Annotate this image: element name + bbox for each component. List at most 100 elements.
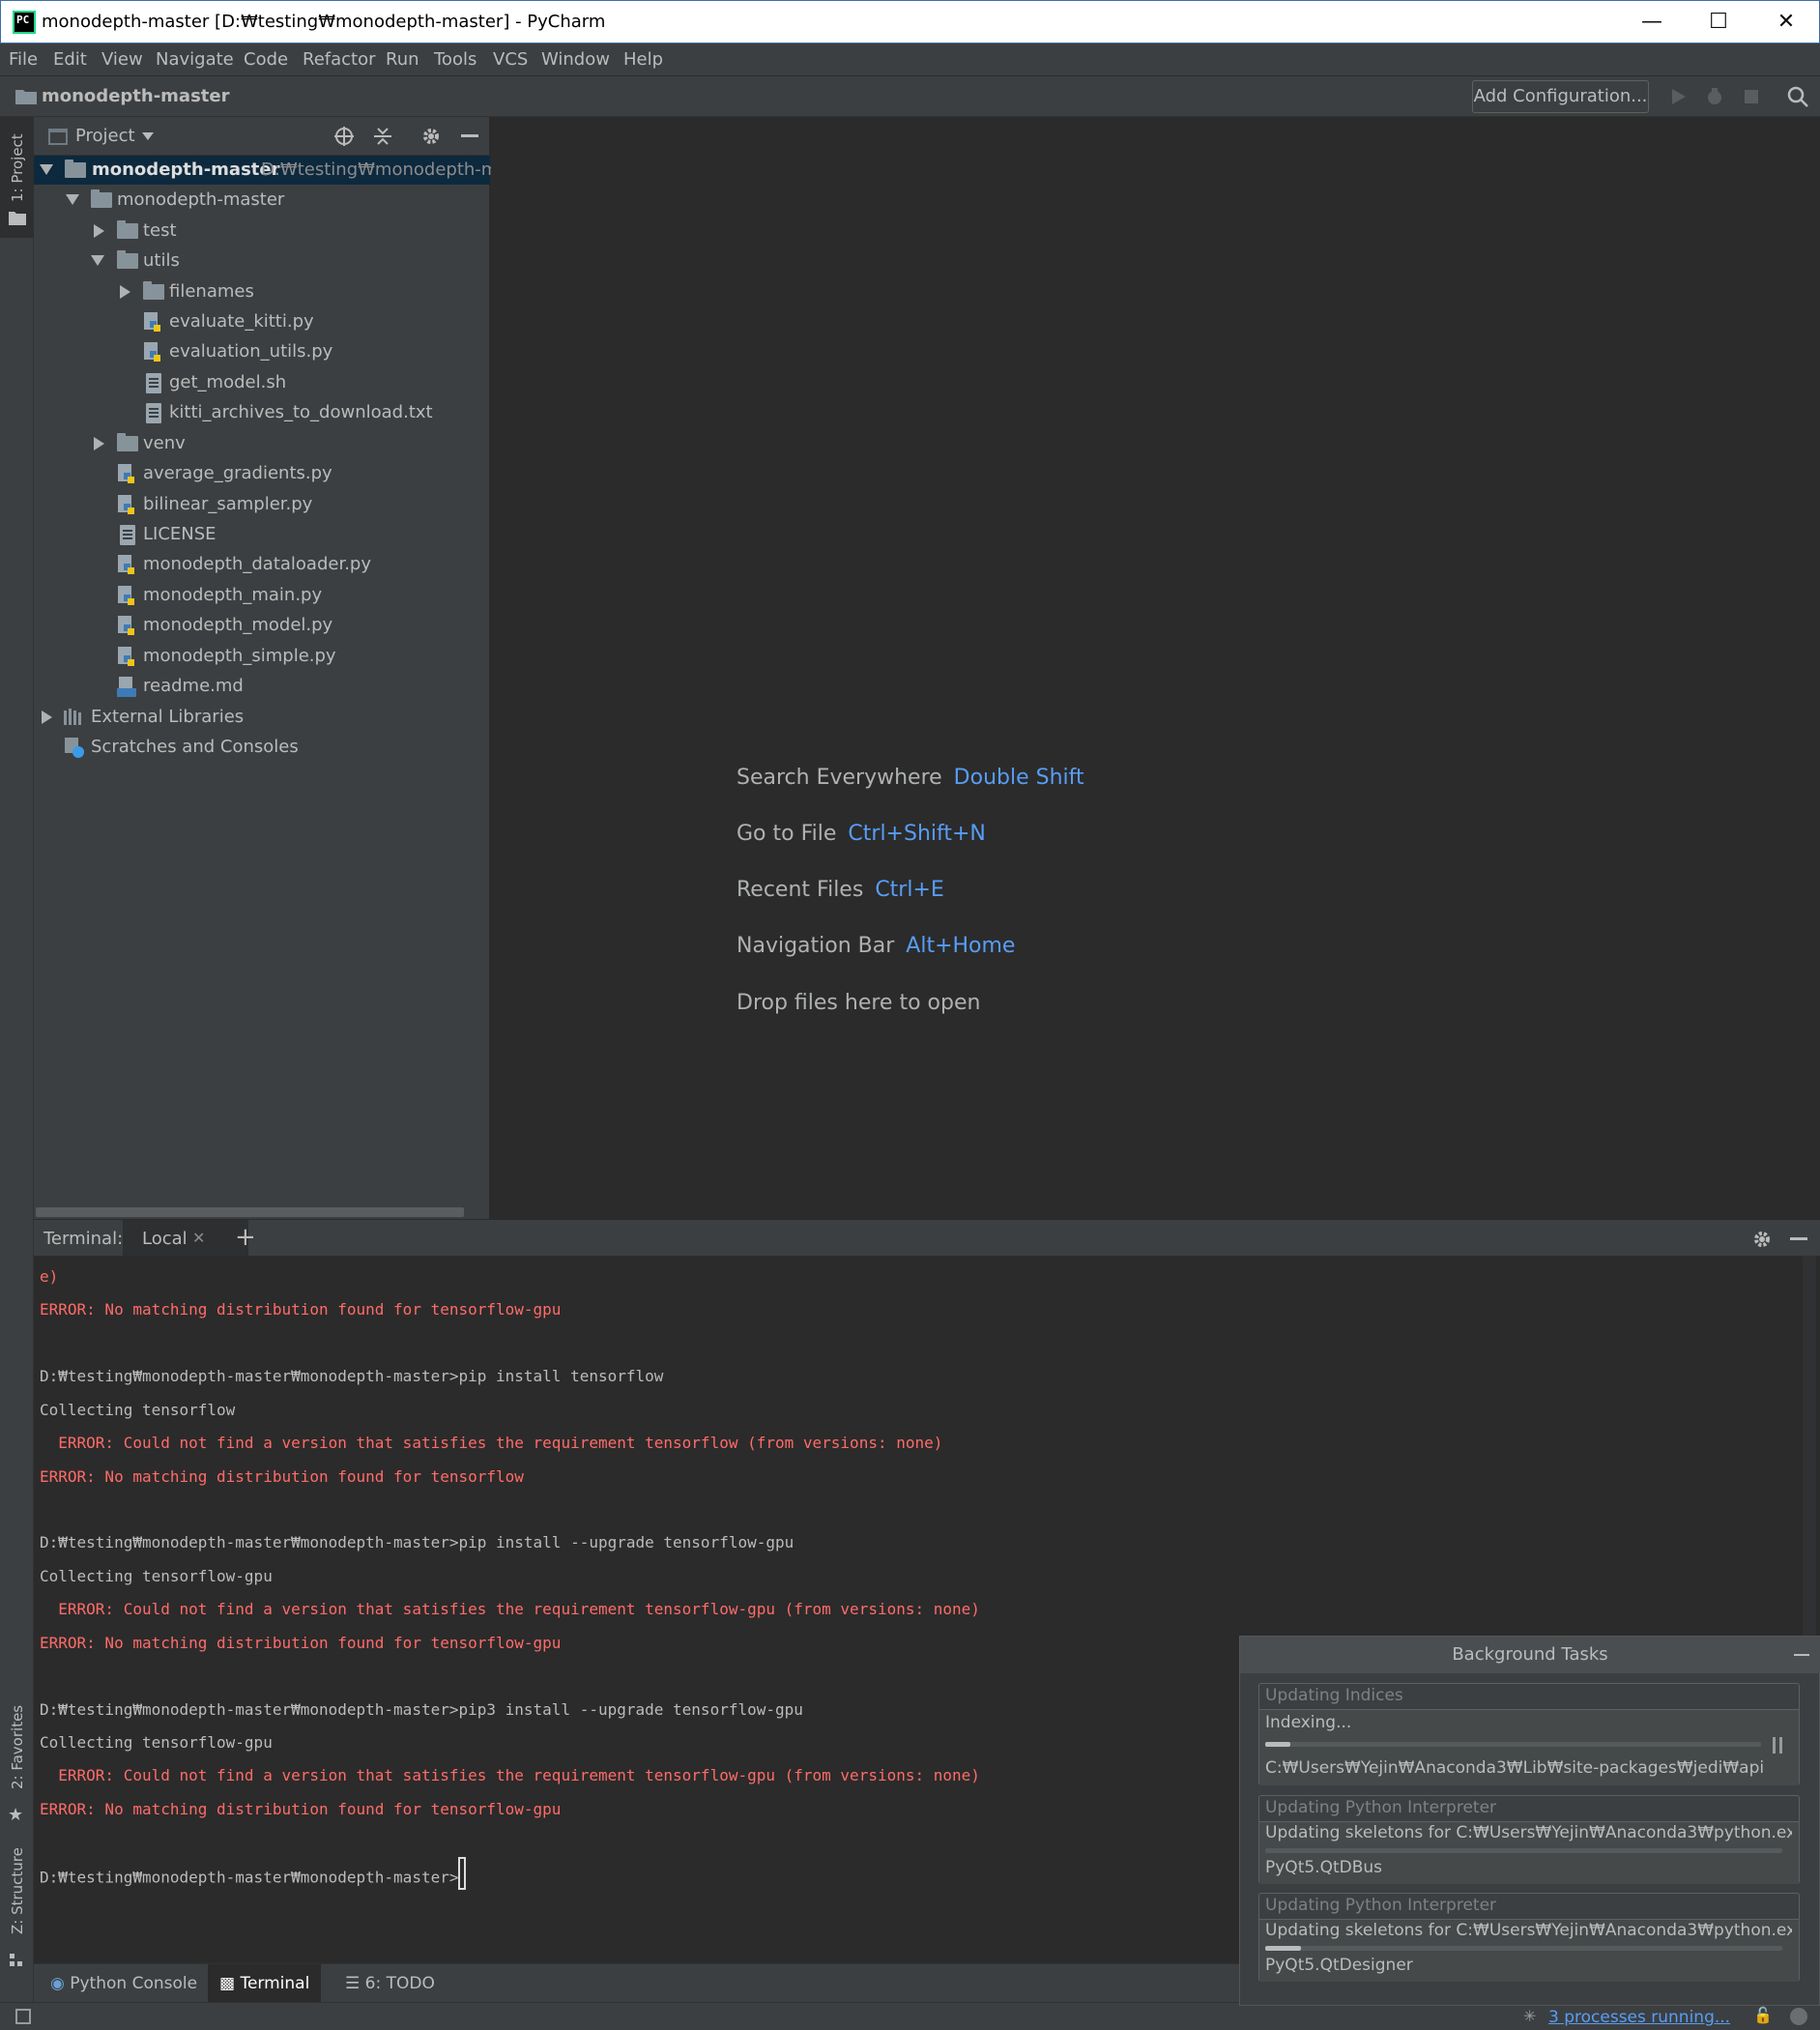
gear-icon[interactable] xyxy=(420,126,442,147)
chevron-down-icon[interactable] xyxy=(142,132,154,140)
tree-item-file[interactable]: LICENSE xyxy=(34,520,490,549)
tab-todo[interactable]: ☰ 6: TODO xyxy=(333,1964,447,2003)
horizontal-scrollbar[interactable] xyxy=(36,1207,464,1217)
terminal-cursor xyxy=(458,1857,467,1890)
project-view-selector[interactable]: Project xyxy=(75,126,135,146)
tab-python-console[interactable]: ◉ Python Console xyxy=(39,1964,209,2003)
terminal-icon: ▩ xyxy=(219,1974,236,1993)
python-file-icon xyxy=(144,312,160,332)
close-tab-icon[interactable]: ✕ xyxy=(192,1229,205,1247)
inspector-icon[interactable] xyxy=(1790,2008,1807,2025)
favorites-tool-button[interactable]: 2: Favorites ★ xyxy=(0,1693,34,1838)
background-tasks-title: Background Tasks xyxy=(1240,1637,1820,1673)
tree-item-folder[interactable]: test xyxy=(34,217,490,246)
tab-terminal[interactable]: ▩ Terminal xyxy=(208,1964,322,2003)
run-icon[interactable] xyxy=(1666,85,1690,108)
hide-panel-icon[interactable] xyxy=(1790,1237,1807,1240)
tree-item-label: filenames xyxy=(169,281,254,302)
tree-item-label: evaluation_utils.py xyxy=(169,341,333,362)
stop-icon[interactable] xyxy=(1740,85,1763,108)
hint-shortcut[interactable]: Ctrl+E xyxy=(875,878,943,902)
menu-run[interactable]: Run xyxy=(386,49,419,70)
hide-panel-icon[interactable] xyxy=(461,134,478,137)
menu-file[interactable]: File xyxy=(9,49,38,70)
tree-item-file[interactable]: bilinear_sampler.py xyxy=(34,490,490,519)
menu-help[interactable]: Help xyxy=(623,49,663,70)
processes-link[interactable]: 3 processes running... xyxy=(1548,2008,1730,2027)
spinner-icon: ✳ xyxy=(1523,2007,1537,2025)
project-view-icon xyxy=(48,129,68,145)
terminal-scrollbar-track[interactable] xyxy=(1801,1256,1820,1671)
python-icon: ◉ xyxy=(50,1974,65,1993)
terminal-tab-local[interactable]: Local ✕ xyxy=(123,1220,248,1257)
debug-icon[interactable] xyxy=(1703,85,1726,108)
menu-vcs[interactable]: VCS xyxy=(493,49,528,70)
minimize-button[interactable]: — xyxy=(1618,1,1686,44)
task-status: Updating skeletons for C:₩Users₩Yejin₩An… xyxy=(1265,1921,1792,1940)
tree-root-row[interactable]: monodepth-master D:₩testing₩monodepth-ma… xyxy=(34,156,518,185)
tree-item-file[interactable]: monodepth_model.py xyxy=(34,611,490,640)
structure-tool-button[interactable]: Z: Structure xyxy=(0,1838,34,1983)
python-file-icon xyxy=(118,555,134,574)
text-file-icon xyxy=(120,525,135,545)
terminal-tab-label: Local xyxy=(142,1229,188,1249)
search-icon[interactable] xyxy=(1786,85,1809,108)
menu-edit[interactable]: Edit xyxy=(53,49,87,70)
tree-item-file[interactable]: evaluate_kitti.py xyxy=(34,307,490,336)
tree-item-folder[interactable]: monodepth-master xyxy=(34,186,490,215)
tree-item-file[interactable]: kitti_archives_to_download.txt xyxy=(34,398,490,427)
tree-item-folder[interactable]: venv xyxy=(34,429,490,458)
python-file-icon xyxy=(118,495,134,514)
hint-shortcut[interactable]: Alt+Home xyxy=(906,934,1015,958)
tab-label: Python Console xyxy=(70,1974,198,1993)
hint-label: Navigation Bar xyxy=(737,934,895,958)
menu-window[interactable]: Window xyxy=(541,49,610,70)
menu-code[interactable]: Code xyxy=(244,49,288,70)
tree-item-file[interactable]: average_gradients.py xyxy=(34,459,490,488)
menu-refactor[interactable]: Refactor xyxy=(303,49,376,70)
maximize-button[interactable]: ☐ xyxy=(1685,1,1752,44)
project-panel: Project monodepth-master D:₩testing₩mono… xyxy=(34,117,518,1219)
tree-item-file[interactable]: evaluation_utils.py xyxy=(34,337,490,366)
breadcrumb[interactable]: monodepth-master xyxy=(42,86,229,106)
add-configuration-button[interactable]: Add Configuration... xyxy=(1472,80,1649,113)
pause-icon[interactable] xyxy=(1773,1737,1776,1754)
menu-tools[interactable]: Tools xyxy=(434,49,477,70)
menu-navigate[interactable]: Navigate xyxy=(156,49,234,70)
tree-item-file[interactable]: monodepth_dataloader.py xyxy=(34,550,490,579)
tree-item-file[interactable]: monodepth_simple.py xyxy=(34,642,490,671)
task-title: Updating Python Interpreter xyxy=(1265,1798,1497,1817)
structure-tool-label: Z: Structure xyxy=(9,1847,26,1934)
project-tool-button[interactable]: 1: Project xyxy=(0,117,34,238)
terminal-line: D:₩testing₩monodepth-master₩monodepth-ma… xyxy=(40,1367,664,1385)
tree-item-file[interactable]: readme.md xyxy=(34,672,490,701)
tree-item-folder[interactable]: filenames xyxy=(34,277,490,306)
locate-icon[interactable] xyxy=(333,126,355,147)
add-terminal-icon[interactable]: + xyxy=(235,1223,256,1252)
terminal-prompt[interactable]: D:₩testing₩monodepth-master₩monodepth-ma… xyxy=(40,1857,467,1890)
tree-item-scratches[interactable]: Scratches and Consoles xyxy=(34,733,490,762)
tree-item-folder[interactable]: utils xyxy=(34,246,490,276)
tree-item-external-libraries[interactable]: External Libraries xyxy=(34,703,490,732)
tree-item-file[interactable]: monodepth_main.py xyxy=(34,581,490,610)
lock-icon[interactable]: 🔓 xyxy=(1753,2006,1773,2024)
task-progress-fill xyxy=(1265,1946,1302,1951)
menu-bar: File Edit View Navigate Code Refactor Ru… xyxy=(0,44,1820,76)
tree-item-label: kitti_archives_to_download.txt xyxy=(169,402,433,422)
close-button[interactable]: ✕ xyxy=(1752,1,1820,44)
gear-icon[interactable] xyxy=(1751,1229,1773,1250)
menu-view[interactable]: View xyxy=(101,49,143,70)
collapse-all-icon[interactable] xyxy=(372,126,393,147)
minimize-popup-icon[interactable] xyxy=(1794,1654,1809,1656)
hint-label: Recent Files xyxy=(737,878,864,902)
editor-area: Search Everywhere Double Shift Go to File… xyxy=(491,117,1820,1219)
hint-shortcut[interactable]: Ctrl+Shift+N xyxy=(848,822,985,846)
tree-item-file[interactable]: get_model.sh xyxy=(34,368,490,397)
markdown-file-icon xyxy=(117,677,136,697)
tree-root-label: monodepth-master xyxy=(92,160,280,180)
chevron-down-icon xyxy=(40,164,53,175)
terminal-scrollbar-thumb[interactable] xyxy=(1803,1256,1816,1642)
toggle-tool-windows-icon[interactable] xyxy=(15,2009,31,2024)
hint-shortcut[interactable]: Double Shift xyxy=(954,766,1084,790)
task-progress-bar xyxy=(1265,1848,1782,1853)
